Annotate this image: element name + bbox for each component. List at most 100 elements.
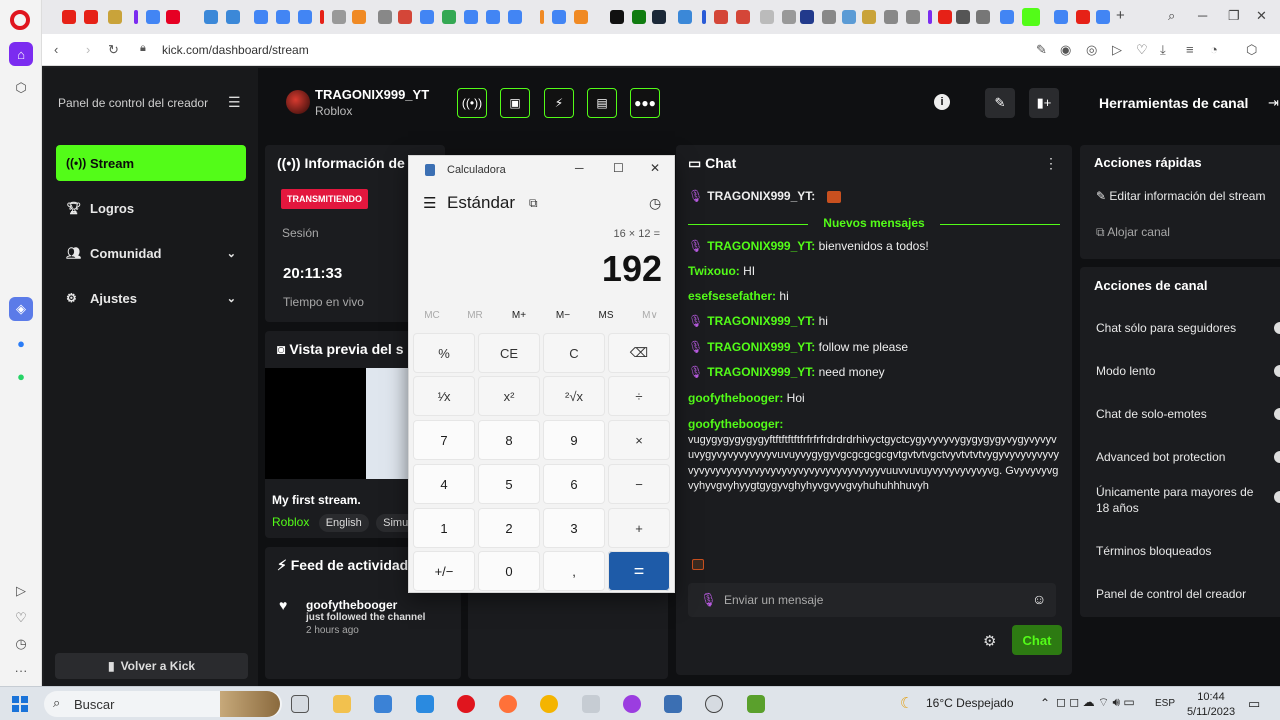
edit-icon[interactable]: ✎	[1036, 42, 1047, 58]
tab-google-icon[interactable]	[486, 10, 500, 24]
tab-gmail-icon[interactable]	[714, 10, 728, 24]
aria-icon[interactable]: ◈	[9, 297, 33, 321]
tab-google-icon[interactable]	[464, 10, 478, 24]
sidebar-item-comunidad[interactable]: 👥︎ Comunidad ⌄	[56, 235, 246, 271]
chat-settings-icon[interactable]: ⚙	[983, 632, 996, 650]
home-icon[interactable]: ⌂	[9, 42, 33, 66]
avatar[interactable]	[286, 90, 310, 114]
key-5[interactable]: 5	[478, 464, 540, 504]
weather-text[interactable]: 16°C Despejado	[926, 696, 1014, 710]
c-key[interactable]: C	[543, 333, 605, 373]
chat-username[interactable]: goofythebooger:	[688, 391, 783, 405]
tab-xbox-icon[interactable]	[632, 10, 646, 24]
calculator-taskbar-icon[interactable]	[664, 695, 682, 713]
square-key[interactable]: x²	[478, 376, 540, 416]
chat-username[interactable]: TRAGONIX999_YT:	[707, 314, 815, 328]
key-1[interactable]: 1	[413, 508, 475, 548]
m-minus-button[interactable]: M−	[548, 310, 578, 321]
tab-icon[interactable]	[782, 10, 796, 24]
tab-icon[interactable]	[378, 10, 392, 24]
notifications-icon[interactable]: ▭	[1248, 696, 1260, 712]
chat-username[interactable]: Twixouo:	[688, 264, 740, 278]
chat-send-button[interactable]: Chat	[1012, 625, 1062, 655]
forward-icon[interactable]: ›	[86, 42, 90, 57]
category-link[interactable]: Roblox	[272, 515, 309, 529]
search-tabs-icon[interactable]: ⌕	[1168, 8, 1175, 24]
tab-gmail-icon[interactable]	[736, 10, 750, 24]
tab-icon[interactable]	[226, 10, 240, 24]
tab-icon[interactable]	[760, 10, 774, 24]
tab-icon[interactable]	[678, 10, 692, 24]
opera-gx-icon[interactable]	[623, 695, 641, 713]
chat-username[interactable]: esefsesefather:	[688, 289, 776, 303]
taskbar-search[interactable]: ⌕ Buscar	[44, 691, 282, 717]
tab-icon[interactable]	[352, 10, 366, 24]
tab-icon[interactable]	[862, 10, 876, 24]
tab-icon[interactable]	[842, 10, 856, 24]
tab-steam-icon[interactable]	[652, 10, 666, 24]
chat-button[interactable]: ●●●	[630, 88, 660, 118]
chat-menu-icon[interactable]: ⋮	[1044, 155, 1058, 172]
edit-stream-info-button[interactable]: ✎ Editar información del stream	[1096, 189, 1265, 203]
divide-key[interactable]: ÷	[608, 376, 670, 416]
task-view-icon[interactable]	[291, 695, 309, 713]
clock[interactable]: 10:44 5/11/2023	[1186, 690, 1236, 720]
camera-icon[interactable]: ◉	[1060, 42, 1071, 58]
equals-key[interactable]: =	[608, 551, 670, 591]
emotes-only-toggle[interactable]	[1274, 408, 1280, 420]
reload-icon[interactable]: ↻	[108, 42, 119, 58]
chat-username[interactable]: TRAGONIX999_YT:	[707, 239, 815, 253]
sqrt-key[interactable]: ²√x	[543, 376, 605, 416]
tab-icon[interactable]	[928, 10, 932, 24]
sidebar-item-stream[interactable]: ((•)) Stream	[56, 145, 246, 181]
mr-button[interactable]: MR	[460, 310, 490, 321]
more-icon[interactable]: ···	[9, 658, 33, 682]
backspace-key[interactable]: ⌫	[608, 333, 670, 373]
negate-key[interactable]: +/−	[413, 551, 475, 591]
tab-google-icon[interactable]	[508, 10, 522, 24]
chat-username[interactable]: TRAGONIX999_YT:	[707, 340, 815, 354]
chat-input[interactable]: 🎙︎ Enviar un mensaje ☺	[688, 583, 1056, 617]
expand-tools-icon[interactable]: ⇥	[1268, 95, 1279, 111]
url-field[interactable]: kick.com/dashboard/stream	[162, 43, 309, 57]
opera-logo-icon[interactable]	[10, 10, 30, 30]
key-7[interactable]: 7	[413, 420, 475, 460]
collapse-sidebar-icon[interactable]: ☰	[228, 94, 241, 111]
bot-protection-toggle[interactable]	[1274, 451, 1280, 463]
blocked-terms-link[interactable]: Términos bloqueados	[1096, 544, 1211, 558]
close-icon[interactable]: ✕	[650, 161, 660, 175]
add-widget-button[interactable]: ▮+	[1029, 88, 1059, 118]
chrome-icon[interactable]	[540, 695, 558, 713]
tab-kick-icon[interactable]	[1022, 8, 1040, 26]
shield-icon[interactable]: ◎	[1086, 42, 1097, 58]
history-icon[interactable]: ◷	[9, 632, 33, 656]
stream-settings-button[interactable]: ((•))	[457, 88, 487, 118]
key-3[interactable]: 3	[543, 508, 605, 548]
percent-key[interactable]: %	[413, 333, 475, 373]
clock-icon[interactable]	[705, 695, 723, 713]
keep-on-top-icon[interactable]: ⧉	[529, 196, 538, 211]
tab-icon[interactable]	[108, 10, 122, 24]
edit-layout-button[interactable]: ✎	[985, 88, 1015, 118]
tab-pinterest-icon[interactable]	[166, 10, 180, 24]
favorites-icon[interactable]: ♡	[9, 606, 33, 630]
easy-setup-icon[interactable]: ≡	[1186, 42, 1194, 57]
adults-only-toggle[interactable]	[1274, 491, 1280, 503]
back-to-kick-button[interactable]: ▮ Volver a Kick	[55, 653, 248, 679]
opera-icon[interactable]	[457, 695, 475, 713]
close-icon[interactable]: ✕	[1256, 8, 1267, 24]
tab-icon[interactable]	[702, 10, 706, 24]
tab-google-icon[interactable]	[420, 10, 434, 24]
restore-icon[interactable]: ❐	[1228, 8, 1240, 24]
tab-icon[interactable]	[134, 10, 138, 24]
followers-only-toggle[interactable]	[1274, 322, 1280, 334]
minecraft-icon[interactable]	[747, 695, 765, 713]
info-icon[interactable]: i	[934, 94, 950, 110]
m-plus-button[interactable]: M+	[504, 310, 534, 321]
tab-youtube-icon[interactable]	[84, 10, 98, 24]
file-explorer-icon[interactable]	[333, 695, 351, 713]
player-icon[interactable]: ▷	[9, 579, 33, 603]
tab-icon[interactable]	[332, 10, 346, 24]
sidebar-item-logros[interactable]: 🏆︎ Logros	[56, 190, 246, 226]
memory-list-button[interactable]: M∨	[635, 310, 665, 321]
